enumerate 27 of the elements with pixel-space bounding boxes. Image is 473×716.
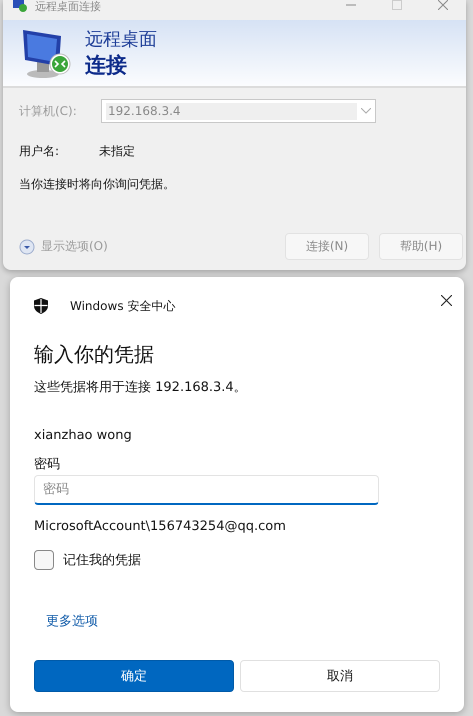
cancel-button[interactable]: 取消 [240, 660, 440, 692]
close-icon [438, 0, 448, 10]
computer-label: 计算机(C): [19, 102, 78, 120]
more-options-link[interactable]: 更多选项 [46, 612, 98, 630]
chevron-down-icon [361, 108, 371, 114]
app-icon [13, 0, 27, 12]
user-name: xianzhao wong [34, 428, 133, 443]
banner-subtitle: 连接 [85, 52, 128, 78]
password-field[interactable]: 密码 [34, 475, 379, 505]
username-value: 未指定 [99, 142, 136, 160]
dialog-heading: 输入你的凭据 [34, 341, 155, 368]
shield-icon [34, 298, 48, 314]
account-name: MicrosoftAccount\156743254@qq.com [34, 519, 287, 534]
ok-button[interactable]: 确定 [34, 660, 234, 692]
window-title: 远程桌面连接 [35, 0, 101, 13]
remember-checkbox[interactable] [34, 550, 54, 570]
maximize-icon [392, 0, 402, 10]
dialog-subtitle: 这些凭据将用于连接 192.168.3.4。 [34, 379, 248, 396]
close-button[interactable] [439, 292, 454, 308]
info-message: 当你连接时将向你询问凭据。 [19, 176, 176, 193]
close-icon [441, 294, 452, 306]
banner-title: 远程桌面 [85, 28, 157, 52]
app-title: Windows 安全中心 [70, 298, 176, 314]
username-label: 用户名: [19, 142, 60, 160]
remember-label: 记住我的凭据 [63, 552, 141, 569]
expand-icon [19, 238, 35, 254]
password-label: 密码 [34, 456, 61, 473]
